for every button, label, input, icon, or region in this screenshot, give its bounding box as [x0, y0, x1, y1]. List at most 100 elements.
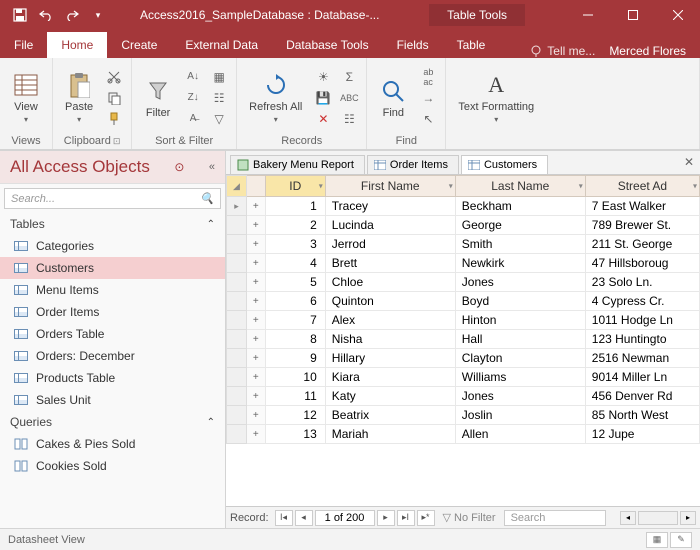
cell-first-name[interactable]: Lucinda [325, 216, 455, 235]
cell-first-name[interactable]: Jerrod [325, 235, 455, 254]
cell-first-name[interactable]: Quinton [325, 292, 455, 311]
column-dropdown-icon[interactable]: ▾ [449, 182, 453, 191]
new-record-button[interactable]: ☀ [312, 67, 334, 87]
row-selector[interactable] [227, 235, 247, 254]
column-header-id[interactable]: ID▾ [265, 176, 325, 197]
spelling-button[interactable]: ABC [338, 88, 360, 108]
nav-title[interactable]: All Access Objects [10, 157, 150, 177]
view-button[interactable]: View▾ [6, 69, 46, 126]
expand-row-button[interactable]: + [246, 216, 265, 235]
text-formatting-button[interactable]: A Text Formatting▾ [452, 69, 540, 126]
cell-id[interactable]: 6 [265, 292, 325, 311]
cell-first-name[interactable]: Katy [325, 387, 455, 406]
sort-desc-button[interactable]: Z↓ [182, 88, 204, 108]
column-header-street-ad[interactable]: Street Ad▾ [585, 176, 699, 197]
cell-first-name[interactable]: Kiara [325, 368, 455, 387]
nav-collapse-button[interactable]: « [209, 161, 215, 173]
column-header-first-name[interactable]: First Name▾ [325, 176, 455, 197]
cell-id[interactable]: 3 [265, 235, 325, 254]
scroll-right-button[interactable]: ▸ [680, 511, 696, 525]
cell-last-name[interactable]: Hall [455, 330, 585, 349]
cell-street[interactable]: 789 Brewer St. [585, 216, 699, 235]
cell-last-name[interactable]: Clayton [455, 349, 585, 368]
cell-street[interactable]: 456 Denver Rd [585, 387, 699, 406]
row-selector[interactable] [227, 292, 247, 311]
toggle-filter-button[interactable]: ▽ [208, 109, 230, 129]
close-button[interactable] [655, 0, 700, 30]
copy-button[interactable] [103, 88, 125, 108]
more-records-button[interactable]: ☷ [338, 109, 360, 129]
nav-item-cookies-sold[interactable]: Cookies Sold [0, 455, 225, 477]
tab-create[interactable]: Create [107, 32, 171, 58]
advanced-filter-button[interactable]: ☷ [208, 88, 230, 108]
user-name[interactable]: Merced Flores [609, 44, 686, 58]
row-selector[interactable] [227, 425, 247, 444]
clipboard-launcher[interactable]: ⊡ [113, 136, 121, 147]
cell-id[interactable]: 13 [265, 425, 325, 444]
prev-record-button[interactable]: ◂ [295, 510, 313, 526]
column-header-last-name[interactable]: Last Name▾ [455, 176, 585, 197]
row-selector[interactable] [227, 349, 247, 368]
first-record-button[interactable]: I◂ [275, 510, 293, 526]
find-button[interactable]: Find [373, 75, 413, 121]
new-record-nav-button[interactable]: ▸* [417, 510, 435, 526]
cell-street[interactable]: 85 North West [585, 406, 699, 425]
cell-street[interactable]: 2516 Newman [585, 349, 699, 368]
row-selector[interactable] [227, 273, 247, 292]
expand-row-button[interactable]: + [246, 273, 265, 292]
datasheet-view-switch[interactable]: ▦ [646, 532, 668, 548]
nav-section-tables[interactable]: Tables⌃ [0, 213, 225, 235]
refresh-all-button[interactable]: Refresh All▾ [243, 69, 308, 126]
record-search-input[interactable]: Search [504, 510, 606, 526]
tab-home[interactable]: Home [47, 32, 107, 58]
scroll-left-button[interactable]: ◂ [620, 511, 636, 525]
cell-id[interactable]: 11 [265, 387, 325, 406]
tab-table[interactable]: Table [443, 32, 500, 58]
goto-button[interactable]: → [417, 88, 439, 108]
filter-button[interactable]: Filter [138, 75, 178, 121]
cut-button[interactable] [103, 67, 125, 87]
cell-last-name[interactable]: Hinton [455, 311, 585, 330]
select-button[interactable]: ↖ [417, 109, 439, 129]
row-selector[interactable] [227, 368, 247, 387]
nav-item-products-table[interactable]: Products Table [0, 367, 225, 389]
cell-last-name[interactable]: Newkirk [455, 254, 585, 273]
selection-filter-button[interactable]: ▦ [208, 67, 230, 87]
cell-id[interactable]: 9 [265, 349, 325, 368]
next-record-button[interactable]: ▸ [377, 510, 395, 526]
row-selector[interactable]: ▸ [227, 197, 247, 216]
cell-first-name[interactable]: Chloe [325, 273, 455, 292]
qat-customize-icon[interactable]: ▾ [86, 3, 110, 27]
expand-row-button[interactable]: + [246, 311, 265, 330]
tab-external-data[interactable]: External Data [171, 32, 272, 58]
cell-first-name[interactable]: Nisha [325, 330, 455, 349]
nav-section-queries[interactable]: Queries⌃ [0, 411, 225, 433]
column-dropdown-icon[interactable]: ▾ [693, 182, 697, 191]
nav-item-orders-december[interactable]: Orders: December [0, 345, 225, 367]
cell-id[interactable]: 2 [265, 216, 325, 235]
doc-tab-bakery-menu-report[interactable]: Bakery Menu Report [230, 155, 365, 174]
row-selector[interactable] [227, 254, 247, 273]
record-position[interactable]: 1 of 200 [315, 510, 375, 526]
cell-street[interactable]: 7 East Walker [585, 197, 699, 216]
cell-first-name[interactable]: Mariah [325, 425, 455, 444]
cell-last-name[interactable]: Boyd [455, 292, 585, 311]
cell-id[interactable]: 12 [265, 406, 325, 425]
nav-item-cakes-pies-sold[interactable]: Cakes & Pies Sold [0, 433, 225, 455]
cell-last-name[interactable]: George [455, 216, 585, 235]
cell-id[interactable]: 5 [265, 273, 325, 292]
expand-row-button[interactable]: + [246, 197, 265, 216]
tab-database-tools[interactable]: Database Tools [272, 32, 383, 58]
nav-item-orders-table[interactable]: Orders Table [0, 323, 225, 345]
save-record-button[interactable]: 💾 [312, 88, 334, 108]
format-painter-button[interactable] [103, 109, 125, 129]
close-tab-button[interactable]: ✕ [684, 155, 694, 169]
expand-row-button[interactable]: + [246, 368, 265, 387]
doc-tab-order-items[interactable]: Order Items [367, 155, 459, 174]
scroll-thumb[interactable] [638, 511, 678, 525]
cell-first-name[interactable]: Beatrix [325, 406, 455, 425]
cell-first-name[interactable]: Hillary [325, 349, 455, 368]
nav-item-menu-items[interactable]: Menu Items [0, 279, 225, 301]
cell-first-name[interactable]: Alex [325, 311, 455, 330]
sort-asc-button[interactable]: A↓ [182, 67, 204, 87]
